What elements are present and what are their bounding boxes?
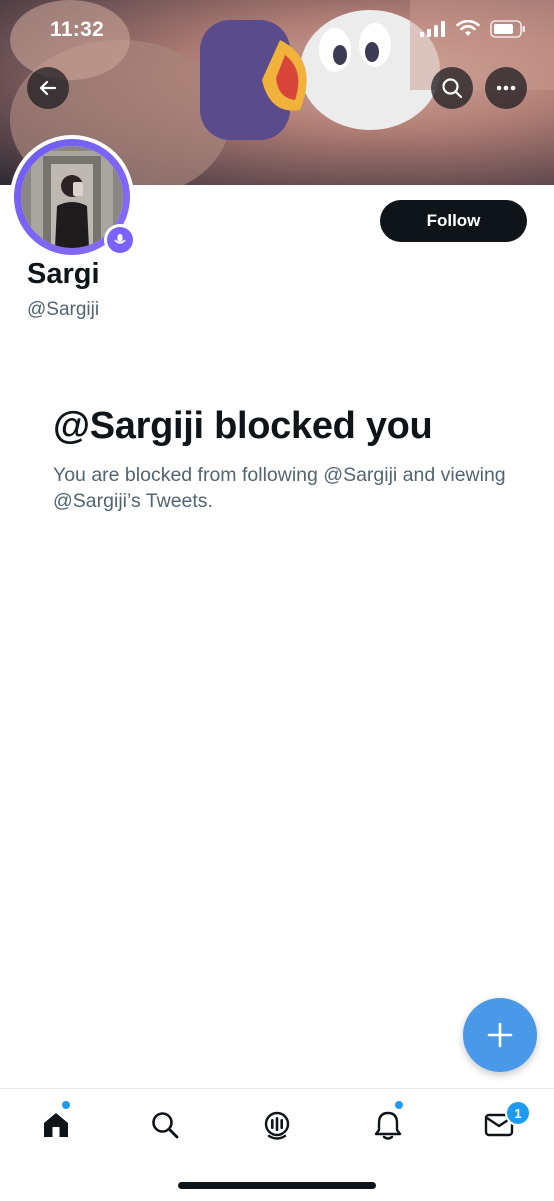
profile-display-name: Sargi <box>27 258 100 290</box>
arrow-left-icon <box>39 80 57 96</box>
notifications-dot <box>395 1101 403 1109</box>
home-notification-dot <box>62 1101 70 1109</box>
search-icon <box>152 1112 179 1139</box>
home-indicator[interactable] <box>178 1182 376 1189</box>
profile-handle: @Sargiji <box>27 299 100 320</box>
home-icon <box>44 1113 68 1137</box>
microphone-icon <box>114 234 126 244</box>
more-dots-icon <box>496 85 516 91</box>
plus-icon <box>487 1022 513 1048</box>
tab-home[interactable] <box>34 1103 78 1147</box>
messages-badge: 1 <box>505 1100 531 1126</box>
tab-search[interactable] <box>143 1103 187 1147</box>
tab-notifications[interactable] <box>366 1103 410 1147</box>
wifi-icon <box>456 20 480 36</box>
cellular-signal-icon <box>420 21 445 37</box>
follow-button[interactable]: Follow <box>380 200 527 242</box>
avatar[interactable] <box>10 135 136 259</box>
battery-icon <box>490 20 525 38</box>
search-button[interactable] <box>431 67 473 109</box>
blocked-description: You are blocked from following @Sargiji … <box>53 464 506 512</box>
status-bar: 11:32 <box>0 0 554 60</box>
spaces-badge <box>104 224 136 256</box>
back-button[interactable] <box>27 67 69 109</box>
search-icon <box>442 78 463 99</box>
bell-icon <box>374 1111 402 1140</box>
status-time: 11:32 <box>50 18 105 41</box>
tab-spaces[interactable] <box>255 1103 299 1147</box>
compose-tweet-button[interactable] <box>463 998 537 1072</box>
spaces-icon <box>264 1111 290 1140</box>
blocked-title: @Sargiji blocked you <box>53 405 433 447</box>
status-icons <box>420 20 526 38</box>
more-options-button[interactable] <box>485 67 527 109</box>
